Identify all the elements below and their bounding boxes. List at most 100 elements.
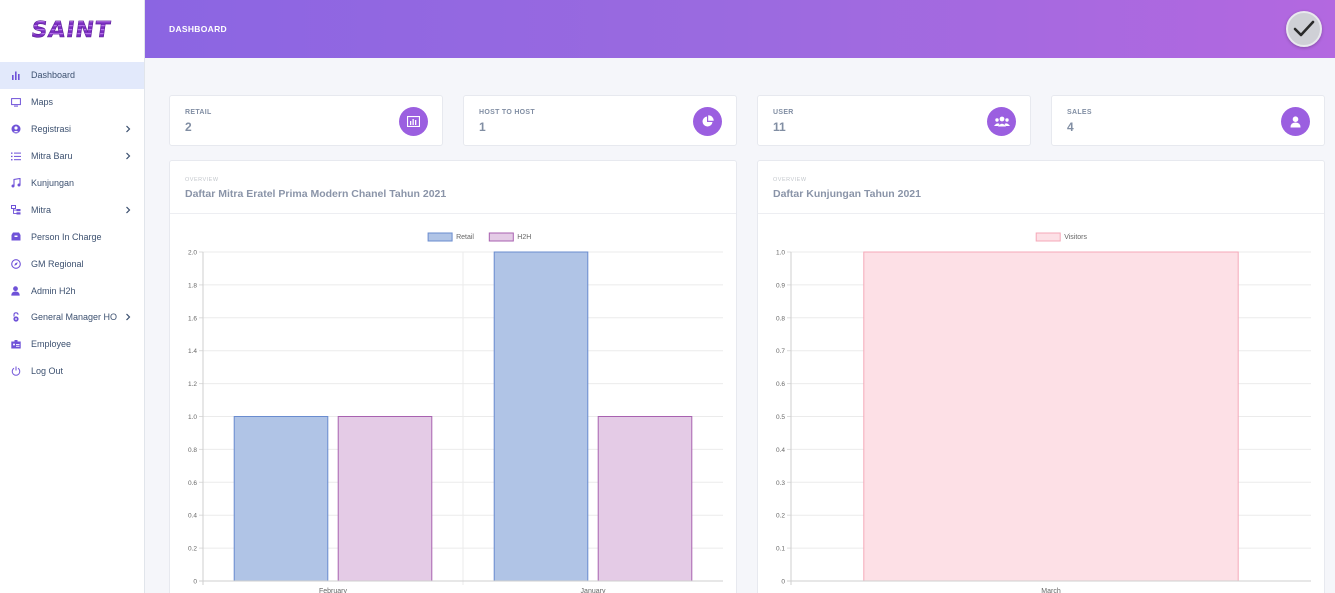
stat-label: USER — [773, 109, 794, 116]
legend-swatch-retail — [427, 232, 453, 242]
y-tick-label: 1.0 — [776, 250, 785, 257]
bar-h2h-january — [597, 416, 693, 582]
user-icon — [1281, 107, 1310, 136]
sidebar-item-admin-h2h[interactable]: Admin H2h — [0, 277, 144, 304]
sidebar-item-dashboard[interactable]: Dashboard — [0, 62, 144, 89]
sidebar-item-employee[interactable]: Employee — [0, 331, 144, 358]
stat-card-host-to-host: HOST TO HOST 1 — [463, 95, 737, 146]
kunjungan-bar-chart: 0 0.1 0.2 0.3 0.4 0.5 0.6 0.7 0.8 0.9 1.0 March Visi… — [776, 232, 1311, 593]
legend-label-h2h: H2H — [517, 234, 531, 241]
card-title: Daftar Kunjungan Tahun 2021 — [773, 188, 921, 200]
hierarchy-icon — [10, 204, 21, 215]
bar-chart-icon — [10, 70, 21, 81]
stat-value: 11 — [773, 120, 786, 134]
chevron-right-icon — [125, 152, 131, 160]
mitra-bar-chart: 0 0.2 0.4 0.6 0.8 1.0 1.2 1.4 1.6 1.8 2.0 February J… — [188, 232, 723, 593]
card-overline: OVERVIEW — [773, 177, 807, 183]
x-tick-label: March — [1041, 588, 1061, 593]
chevron-right-icon — [125, 206, 131, 214]
sidebar-item-label: Maps — [31, 97, 54, 108]
stat-value: 1 — [479, 120, 486, 134]
y-tick-label: 0.9 — [776, 282, 785, 289]
sidebar-item-label: Person In Charge — [31, 231, 102, 242]
sidebar-item-label: Log Out — [31, 366, 64, 377]
user-circle-icon — [10, 124, 21, 135]
sidebar-nav: Dashboard Maps Registrasi Mitra Baru Kunjung… — [0, 62, 144, 385]
sidebar-item-label: Kunjungan — [31, 178, 75, 188]
y-tick-label: 0.6 — [188, 480, 197, 487]
stat-value: 4 — [1067, 120, 1074, 134]
chart-card-kunjungan: OVERVIEW Daftar Kunjungan Tahun 2021 0 0.… — [757, 160, 1325, 593]
card-title: Daftar Mitra Eratel Prima Modern Chanel … — [185, 188, 447, 200]
pie-chart-icon — [693, 107, 722, 136]
id-card-icon — [10, 339, 21, 350]
bar-retail-february — [233, 416, 329, 582]
y-tick-label: 1.4 — [188, 348, 197, 355]
chart-card-mitra: OVERVIEW Daftar Mitra Eratel Prima Moder… — [169, 160, 737, 593]
y-tick-label: 0 — [781, 579, 785, 586]
y-tick-label: 2.0 — [188, 250, 197, 257]
bar-retail-january — [493, 251, 589, 582]
bar-visitors-march — [863, 251, 1239, 582]
y-tick-label: 0.4 — [776, 447, 785, 454]
y-tick-label: 0.2 — [188, 546, 197, 553]
users-icon — [987, 107, 1016, 136]
sidebar-item-label: Registrasi — [31, 124, 72, 135]
stat-label: SALES — [1067, 109, 1092, 116]
bar-h2h-february — [337, 416, 433, 582]
y-tick-label: 0.8 — [188, 447, 197, 454]
y-tick-label: 0 — [193, 579, 197, 586]
checkmark-icon — [1293, 20, 1315, 37]
sidebar: SAINT Dashboard Maps Registrasi Mitra Baru K… — [0, 0, 145, 593]
sidebar-item-label: General Manager HO — [31, 312, 118, 323]
stat-value: 2 — [185, 120, 192, 134]
sidebar-item-kunjungan[interactable]: Kunjungan — [0, 170, 144, 197]
sidebar-item-label: Mitra Baru — [31, 151, 73, 162]
card-header: OVERVIEW Daftar Kunjungan Tahun 2021 — [758, 161, 1324, 214]
power-icon — [10, 366, 21, 377]
y-tick-label: 0.6 — [776, 381, 785, 388]
sidebar-item-label: Admin H2h — [31, 285, 76, 296]
legend-label-retail: Retail — [456, 234, 474, 241]
sidebar-item-label: Mitra — [31, 204, 51, 215]
card-overline: OVERVIEW — [185, 177, 219, 183]
svg-text:SAINT: SAINT — [29, 17, 112, 41]
user-avatar[interactable] — [1286, 11, 1322, 47]
sidebar-item-label: Employee — [31, 339, 72, 350]
inbox-icon — [10, 231, 21, 242]
stat-card-retail: RETAIL 2 — [169, 95, 443, 146]
sidebar-item-label: Dashboard — [31, 70, 76, 81]
sidebar-item-gm-regional[interactable]: GM Regional — [0, 250, 144, 277]
sidebar-item-label: GM Regional — [31, 258, 84, 269]
compass-icon — [10, 258, 21, 269]
brand-logo[interactable]: SAINT — [0, 0, 144, 58]
stat-card-user: USER 11 — [757, 95, 1031, 146]
x-tick-label: January — [581, 588, 606, 593]
sidebar-item-mitra[interactable]: Mitra — [0, 196, 144, 223]
sidebar-item-general-manager-ho[interactable]: General Manager HO — [0, 304, 144, 331]
music-note-icon — [10, 178, 21, 189]
saint-logo-graphic: SAINT — [29, 17, 113, 41]
stat-card-sales: SALES 4 — [1051, 95, 1325, 146]
bar-chart-icon — [399, 107, 428, 136]
card-header: OVERVIEW Daftar Mitra Eratel Prima Moder… — [170, 161, 736, 214]
chevron-right-icon — [125, 125, 131, 133]
sidebar-item-maps[interactable]: Maps — [0, 89, 144, 116]
sidebar-item-mitra-baru[interactable]: Mitra Baru — [0, 143, 144, 170]
legend-label-visitors: Visitors — [1064, 234, 1087, 241]
sidebar-item-log-out[interactable]: Log Out — [0, 358, 144, 385]
user-icon — [10, 285, 21, 296]
list-icon — [10, 151, 21, 162]
lock-icon — [10, 312, 21, 323]
stat-label: HOST TO HOST — [479, 109, 535, 116]
y-tick-label: 1.0 — [188, 414, 197, 421]
sidebar-item-person-in-charge[interactable]: Person In Charge — [0, 223, 144, 250]
y-tick-label: 0.8 — [776, 315, 785, 322]
chevron-right-icon — [125, 313, 131, 321]
y-tick-label: 0.4 — [188, 513, 197, 520]
monitor-icon — [10, 97, 21, 108]
y-tick-label: 0.5 — [776, 414, 785, 421]
y-tick-label: 1.8 — [188, 282, 197, 289]
y-tick-label: 0.1 — [776, 546, 785, 553]
sidebar-item-registrasi[interactable]: Registrasi — [0, 116, 144, 143]
